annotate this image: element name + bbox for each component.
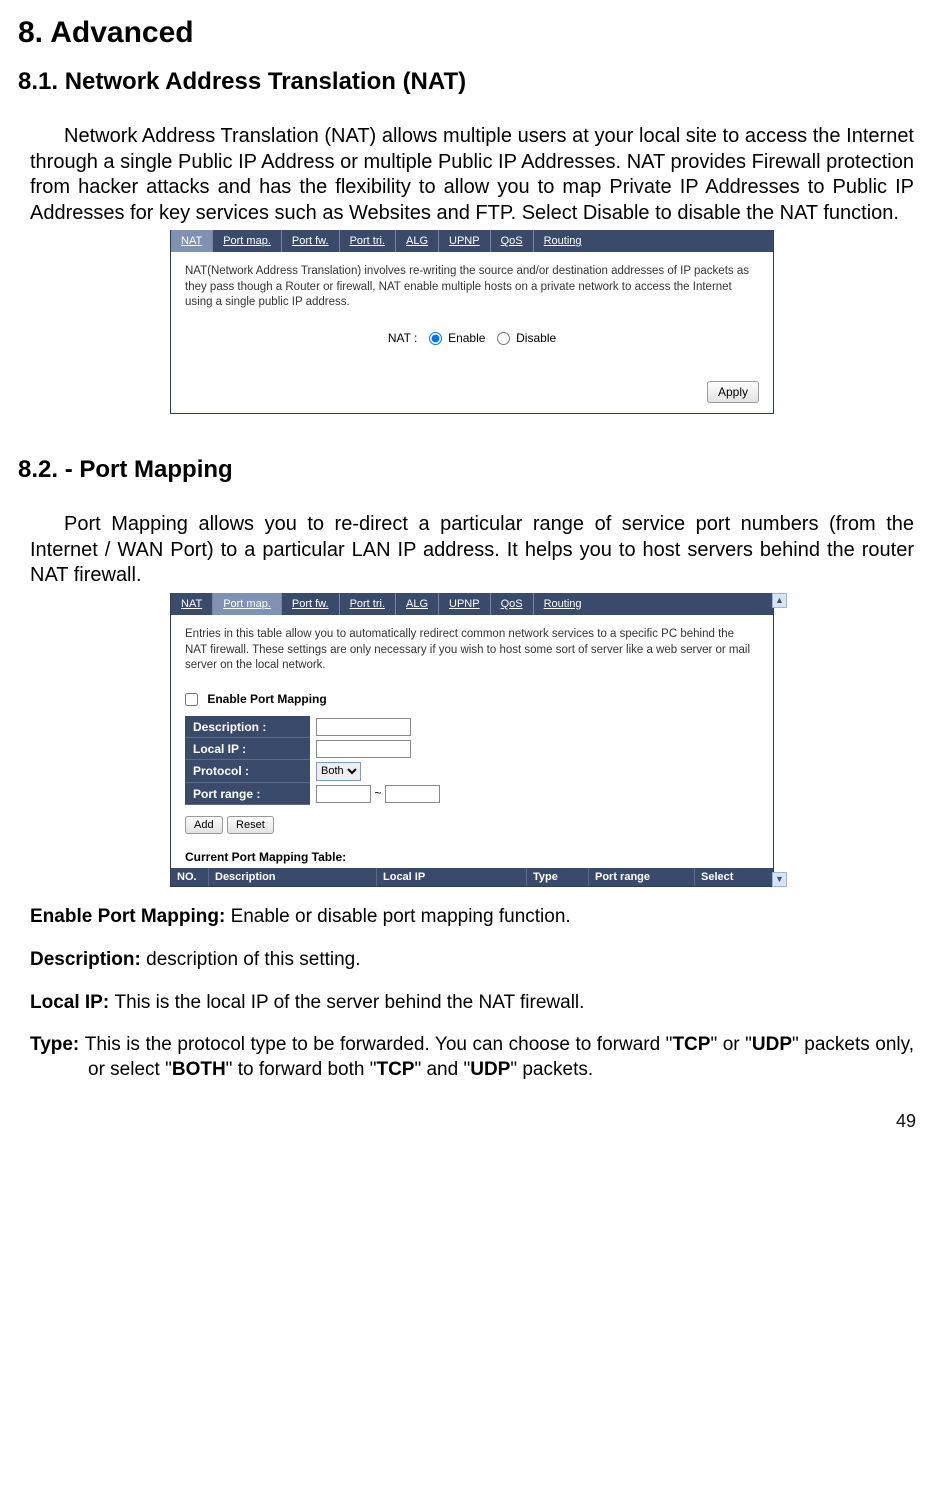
col-port-range: Port range [589, 868, 695, 886]
def-enable: Enable Port Mapping: Enable or disable p… [30, 905, 914, 930]
pm-panel-description: Entries in this table allow you to autom… [171, 615, 773, 682]
col-select: Select [695, 868, 773, 886]
def-type-p2: " or " [710, 1034, 751, 1055]
def-type-p4: " to forward both " [226, 1059, 377, 1080]
port-mapping-form: Description : Local IP : Protocol : Both [185, 716, 759, 806]
def-local-ip-term: Local IP: [30, 992, 114, 1013]
col-type: Type [527, 868, 589, 886]
scroll-down-icon[interactable]: ▼ [772, 872, 787, 887]
def-type-p1: This is the protocol type to be forwarde… [85, 1034, 673, 1055]
port-range-start-input[interactable] [316, 785, 371, 803]
tab-bar-2: NAT Port map. Port fw. Port tri. ALG UPN… [171, 593, 773, 615]
col-local-ip: Local IP [377, 868, 527, 886]
tab2-nat[interactable]: NAT [171, 593, 213, 615]
def-type-both: BOTH [172, 1059, 226, 1080]
def-type-tcp: TCP [672, 1034, 710, 1055]
page-number: 49 [18, 1111, 916, 1132]
tab-upnp[interactable]: UPNP [439, 230, 491, 252]
nat-intro-paragraph: Network Address Translation (NAT) allows… [30, 124, 914, 226]
tab2-upnp[interactable]: UPNP [439, 593, 491, 615]
def-type-p6: " packets. [510, 1059, 593, 1080]
nat-panel-description: NAT(Network Address Translation) involve… [171, 252, 773, 319]
def-description: Description: description of this setting… [30, 948, 914, 973]
col-description: Description [209, 868, 377, 886]
form-label-protocol: Protocol : [185, 760, 310, 783]
def-type-udp: UDP [752, 1034, 792, 1055]
tab-port-tri[interactable]: Port tri. [340, 230, 396, 252]
nat-enable-radio[interactable] [429, 332, 442, 345]
col-no: NO. [171, 868, 209, 886]
tab-bar: NAT Port map. Port fw. Port tri. ALG UPN… [171, 230, 773, 252]
tab-nat[interactable]: NAT [171, 230, 213, 252]
tab-port-fw[interactable]: Port fw. [282, 230, 340, 252]
tab2-qos[interactable]: QoS [491, 593, 534, 615]
apply-button[interactable]: Apply [707, 381, 759, 403]
tab-qos[interactable]: QoS [491, 230, 534, 252]
nat-enable-label: Enable [448, 331, 485, 345]
form-label-port-range: Port range : [185, 783, 310, 805]
port-range-end-input[interactable] [385, 785, 440, 803]
current-table-label: Current Port Mapping Table: [171, 844, 773, 868]
nat-disable-label: Disable [516, 331, 556, 345]
def-type-udp2: UDP [470, 1059, 510, 1080]
reset-button[interactable]: Reset [227, 816, 274, 834]
tab2-port-map[interactable]: Port map. [213, 593, 282, 615]
port-range-tilde: ~ [374, 786, 381, 800]
def-type-p5: " and " [414, 1059, 470, 1080]
heading-nat: 8.1. Network Address Translation (NAT) [18, 68, 926, 96]
enable-port-mapping-label: Enable Port Mapping [207, 692, 326, 706]
enable-port-mapping-row: Enable Port Mapping [171, 682, 773, 716]
form-button-row: Add Reset [171, 805, 773, 844]
tab-alg[interactable]: ALG [396, 230, 439, 252]
form-label-local-ip: Local IP : [185, 738, 310, 760]
heading-advanced: 8. Advanced [18, 16, 926, 50]
description-input[interactable] [316, 718, 411, 736]
enable-port-mapping-checkbox[interactable] [185, 693, 198, 706]
nat-disable-radio[interactable] [497, 332, 510, 345]
def-enable-term: Enable Port Mapping: [30, 906, 231, 927]
def-type-term: Type: [30, 1034, 85, 1055]
nat-radio-row: NAT : Enable Disable [171, 319, 773, 351]
tab2-routing[interactable]: Routing [534, 593, 592, 615]
def-type: Type: This is the protocol type to be fo… [30, 1033, 914, 1082]
tab2-port-tri[interactable]: Port tri. [340, 593, 396, 615]
tab-port-map[interactable]: Port map. [213, 230, 282, 252]
def-description-text: description of this setting. [146, 949, 360, 970]
def-enable-text: Enable or disable port mapping function. [231, 906, 571, 927]
scroll-up-icon[interactable]: ▲ [772, 593, 787, 608]
port-mapping-panel: NAT Port map. Port fw. Port tri. ALG UPN… [170, 593, 774, 887]
tab2-alg[interactable]: ALG [396, 593, 439, 615]
local-ip-input[interactable] [316, 740, 411, 758]
protocol-select[interactable]: Both [316, 762, 361, 781]
def-local-ip: Local IP: This is the local IP of the se… [30, 991, 914, 1016]
nat-config-panel: NAT Port map. Port fw. Port tri. ALG UPN… [170, 230, 774, 414]
heading-port-mapping: 8.2. - Port Mapping [18, 456, 926, 484]
add-button[interactable]: Add [185, 816, 223, 834]
tab2-port-fw[interactable]: Port fw. [282, 593, 340, 615]
nat-label: NAT : [388, 331, 418, 345]
def-description-term: Description: [30, 949, 146, 970]
form-label-description: Description : [185, 716, 310, 738]
port-mapping-intro-paragraph: Port Mapping allows you to re-direct a p… [30, 512, 914, 589]
def-type-tcp2: TCP [376, 1059, 414, 1080]
tab-routing[interactable]: Routing [534, 230, 592, 252]
mapping-table-header: NO. Description Local IP Type Port range… [171, 868, 773, 886]
def-local-ip-text: This is the local IP of the server behin… [114, 992, 584, 1013]
port-mapping-panel-wrap: ▲ NAT Port map. Port fw. Port tri. ALG U… [170, 593, 774, 887]
definitions-block: Enable Port Mapping: Enable or disable p… [30, 905, 914, 1082]
